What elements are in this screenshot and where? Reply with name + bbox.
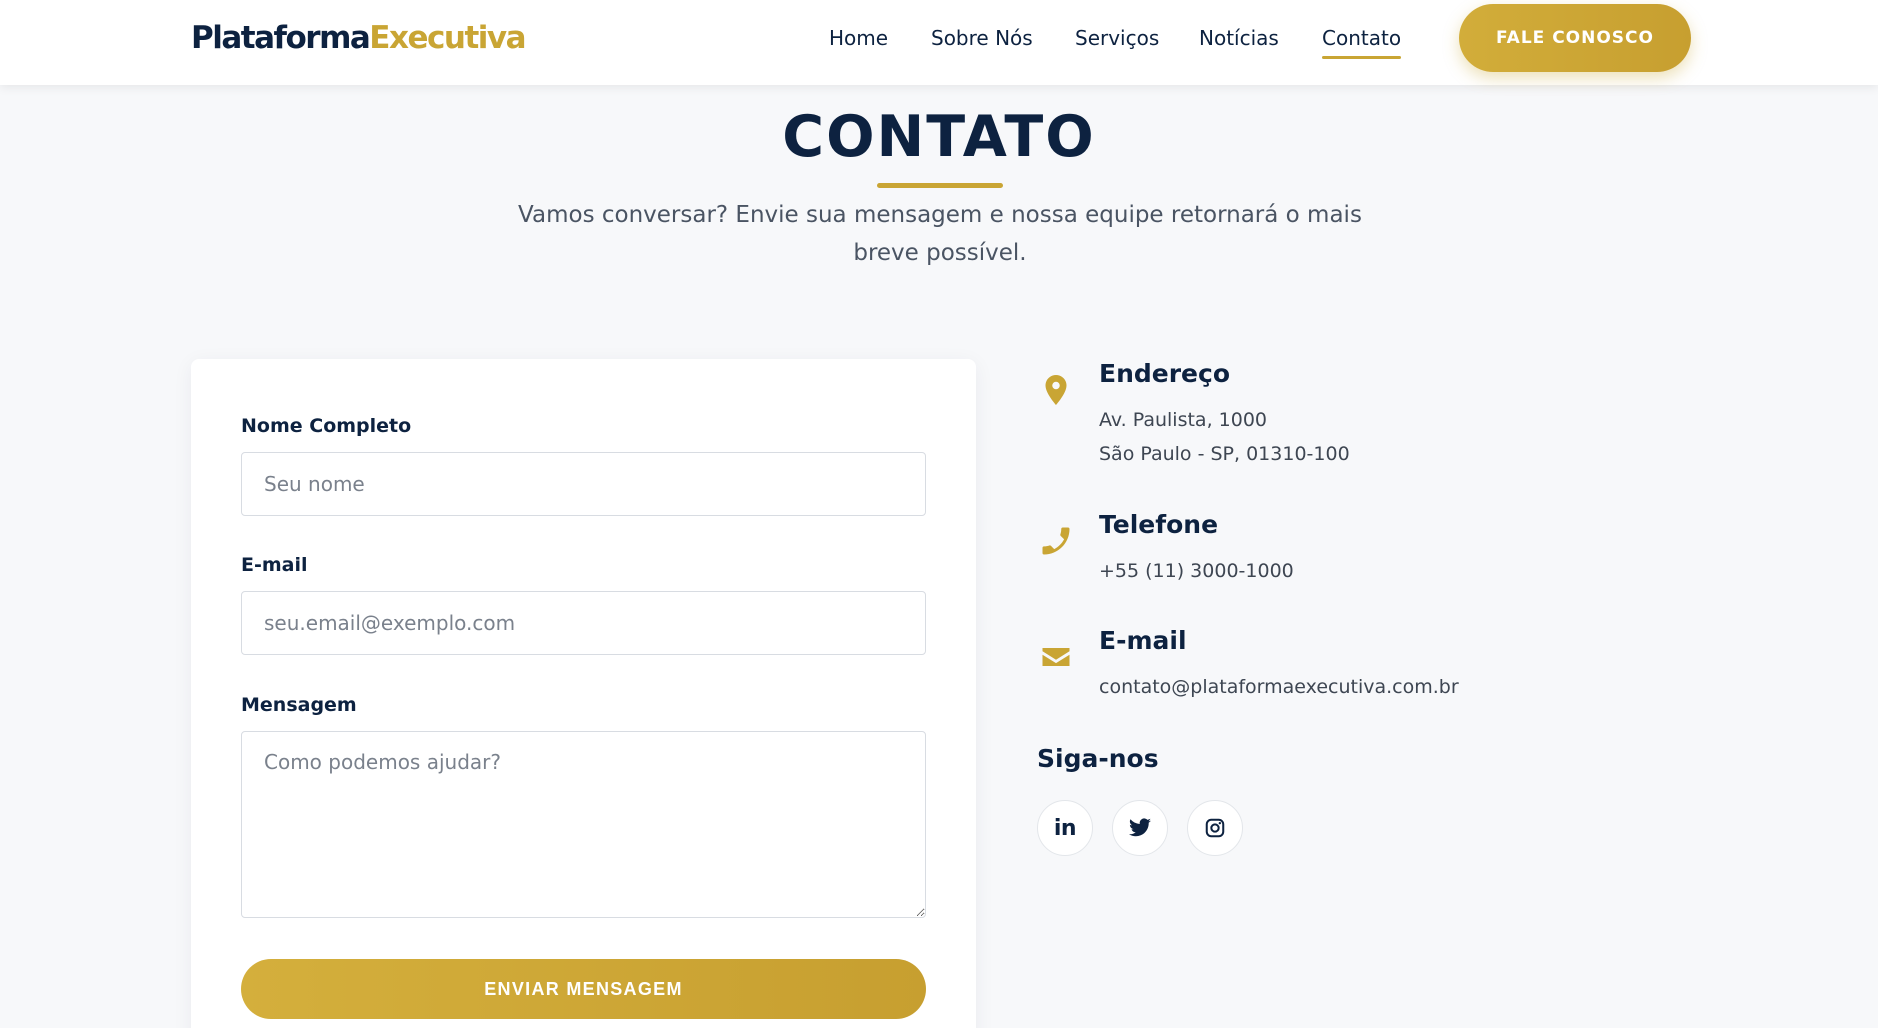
- nav-contato[interactable]: Contato: [1322, 26, 1402, 59]
- name-label: Nome Completo: [241, 415, 412, 437]
- email-address[interactable]: contato@plataformaexecutiva.com.br: [1099, 675, 1459, 699]
- email-label: E-mail: [241, 554, 308, 576]
- title-underline: [877, 183, 1003, 188]
- site-header: PlataformaExecutiva Home Sobre Nós Servi…: [0, 0, 1878, 85]
- address-line-1: Av. Paulista, 1000: [1099, 409, 1268, 431]
- email-input[interactable]: [241, 591, 926, 655]
- address-line-2: São Paulo - SP, 01310-100: [1099, 443, 1350, 465]
- message-textarea[interactable]: [241, 731, 926, 918]
- envelope-icon: [1038, 639, 1074, 675]
- page-title: CONTATO: [782, 104, 1096, 170]
- twitter-icon: [1129, 818, 1151, 837]
- fale-conosco-button[interactable]: FALE CONOSCO: [1459, 4, 1691, 72]
- nav-home[interactable]: Home: [829, 26, 888, 50]
- phone-title: Telefone: [1099, 510, 1219, 539]
- nav-servicos[interactable]: Serviços: [1075, 26, 1159, 50]
- contact-form-card: Nome Completo E-mail Mensagem ENVIAR MEN…: [191, 359, 976, 1028]
- map-pin-icon: [1038, 372, 1074, 408]
- page-subtitle: Vamos conversar? Envie sua mensagem e no…: [518, 202, 1362, 266]
- name-input[interactable]: [241, 452, 926, 516]
- linkedin-button[interactable]: in: [1037, 800, 1093, 856]
- instagram-icon: [1205, 818, 1225, 838]
- message-label: Mensagem: [241, 694, 357, 716]
- instagram-button[interactable]: [1187, 800, 1243, 856]
- send-message-button[interactable]: ENVIAR MENSAGEM: [241, 959, 926, 1019]
- linkedin-icon: in: [1053, 815, 1077, 841]
- email-title: E-mail: [1099, 626, 1187, 655]
- nav-sobre-nos[interactable]: Sobre Nós: [931, 26, 1033, 50]
- nav-noticias[interactable]: Notícias: [1199, 26, 1279, 50]
- address-title: Endereço: [1099, 359, 1231, 388]
- twitter-button[interactable]: [1112, 800, 1168, 856]
- follow-us-title: Siga-nos: [1037, 744, 1159, 773]
- phone-number[interactable]: +55 (11) 3000-1000: [1099, 559, 1294, 583]
- phone-icon: [1038, 523, 1074, 559]
